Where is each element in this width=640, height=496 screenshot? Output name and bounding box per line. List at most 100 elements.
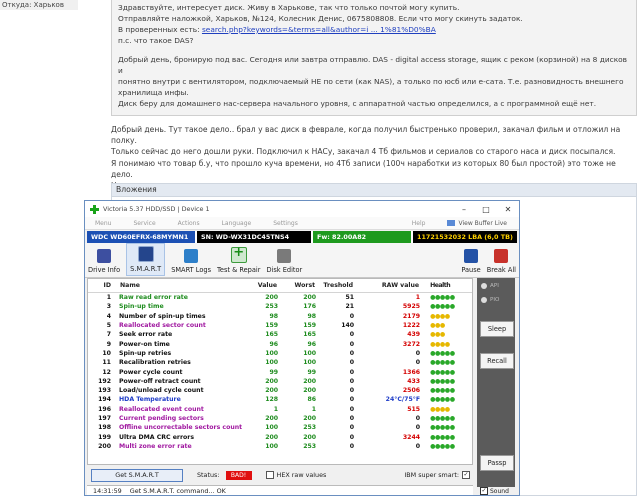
- smart-row[interactable]: 3 Spin-up time 253 176 21 5925 ●●●●●: [88, 302, 472, 311]
- attr-raw: 433: [407, 377, 421, 385]
- attr-threshold: 0: [349, 331, 355, 339]
- break-all-button[interactable]: Break All: [487, 249, 516, 274]
- search-link[interactable]: search.php?keywords=&terms=all&author=i …: [202, 25, 436, 34]
- sound-label: Sound: [490, 487, 509, 495]
- attr-name: Seek error rate: [119, 331, 173, 339]
- attr-id: 197: [98, 415, 111, 422]
- col-name: Name: [119, 279, 243, 293]
- attr-threshold: 0: [349, 405, 355, 413]
- disk-editor-button[interactable]: Disk Editor: [266, 249, 302, 274]
- log-time: 14:31:59: [93, 487, 122, 495]
- api-label: API: [490, 283, 499, 289]
- attr-name: Recalibration retries: [119, 359, 191, 367]
- attr-value: 200: [265, 415, 279, 422]
- smart-logs-button[interactable]: SMART Logs: [171, 249, 211, 274]
- attr-value: 96: [269, 340, 279, 348]
- menu-item-service[interactable]: Service: [133, 220, 155, 227]
- menu-item-actions[interactable]: Actions: [178, 220, 200, 227]
- attr-raw: 0: [415, 442, 421, 450]
- attr-id: 193: [98, 387, 111, 395]
- logs-icon: [184, 249, 199, 263]
- smart-row[interactable]: 199 Ultra DMA CRC errors 200 200 0 3244 ●●●●●: [88, 432, 472, 441]
- smart-row[interactable]: 200 Multi zone error rate 100 253 0 0 ●●●●●: [88, 442, 472, 451]
- attr-value: 1: [273, 405, 279, 413]
- ibm-super-smart-checkbox[interactable]: IBM super smart: ✓: [404, 471, 473, 479]
- maximize-icon[interactable]: □: [475, 205, 497, 214]
- get-smart-button[interactable]: Get S.M.A.R.T: [91, 468, 183, 482]
- menu-item-help[interactable]: Help: [412, 220, 426, 227]
- smart-row[interactable]: 7 Seek error rate 165 165 0 439 ●●●: [88, 330, 472, 339]
- sound-checkbox[interactable]: ✓ Sound: [480, 487, 509, 495]
- attr-id: 11: [102, 359, 111, 367]
- drive-serial: SN: WD-WX31DC45TNS4: [195, 231, 311, 243]
- attr-worst: 1: [311, 405, 317, 413]
- attr-id: 1: [106, 294, 111, 302]
- pause-button[interactable]: Pause: [461, 249, 481, 274]
- recall-button[interactable]: Recall: [480, 353, 514, 369]
- radio-icon: [481, 297, 487, 303]
- attr-threshold: 0: [349, 368, 355, 376]
- checkmark-icon: ✓: [480, 487, 488, 495]
- attr-raw: 1366: [402, 368, 421, 376]
- attr-threshold: 0: [349, 396, 355, 404]
- test-repair-button[interactable]: Test & Repair: [217, 245, 260, 274]
- menu-item-language[interactable]: Language: [222, 220, 252, 227]
- attr-worst: 165: [303, 331, 317, 339]
- attr-threshold: 0: [349, 387, 355, 395]
- hex-raw-label: HEX raw values: [276, 471, 327, 479]
- minimize-icon[interactable]: –: [453, 205, 475, 214]
- smart-row[interactable]: 4 Number of spin-up times 98 98 0 2179 ●●●●: [88, 312, 472, 321]
- smart-row[interactable]: 193 Load/unload cycle count 200 200 0 2506 ●●●…: [88, 386, 472, 395]
- attr-health: ●●●●●: [430, 396, 455, 404]
- attr-value: 99: [269, 368, 279, 376]
- quote-reply-line: понятно внутри с вентилятором, подключае…: [118, 77, 624, 86]
- drive-model: WDC WD60EFRX-68MYMN1: [87, 231, 195, 243]
- pio-radio[interactable]: PIO: [481, 294, 515, 306]
- window-titlebar[interactable]: Victoria 5.37 HDD/SSD | Device 1 – □ ✕: [85, 201, 519, 217]
- attr-id: 4: [106, 312, 111, 320]
- attr-value: 100: [265, 349, 279, 357]
- attr-name: Reallocated sector count: [119, 322, 206, 330]
- log-line: 14:31:59 Get S.M.A.R.T. command... OK: [87, 485, 473, 495]
- attr-id: 12: [102, 368, 111, 376]
- editor-icon: [277, 249, 292, 263]
- menu-item-settings[interactable]: Settings: [273, 220, 298, 227]
- post-author-location: Откуда: Харьков: [0, 0, 78, 10]
- smart-tab-label: S.M.A.R.T: [130, 265, 162, 273]
- smart-row[interactable]: 198 Offline uncorrectable sectors count 10…: [88, 423, 472, 432]
- smart-row[interactable]: 5 Reallocated sector count 159 159 140 1222 ●●…: [88, 321, 472, 330]
- attr-threshold: 0: [349, 415, 355, 422]
- smart-table[interactable]: ID Name Value Worst Treshold RAW value H…: [87, 278, 473, 465]
- view-buffer-live[interactable]: View Buffer Live: [447, 220, 507, 227]
- smart-row[interactable]: 192 Power-off retract count 200 200 0 433 ●●●●…: [88, 377, 472, 386]
- attr-health: ●●●●●: [430, 424, 455, 432]
- attr-worst: 200: [303, 377, 317, 385]
- smart-row[interactable]: 9 Power-on time 96 96 0 3272 ●●●●: [88, 339, 472, 348]
- smart-tab-button[interactable]: S.M.A.R.T: [126, 243, 166, 276]
- drive-info-label: Drive Info: [88, 266, 121, 274]
- attr-worst: 176: [303, 303, 317, 311]
- smart-row[interactable]: 12 Power cycle count 99 99 0 1366 ●●●●●: [88, 367, 472, 376]
- smart-row[interactable]: 1 Raw read error rate 200 200 51 1 ●●●●●: [88, 293, 472, 303]
- victoria-window[interactable]: Victoria 5.37 HDD/SSD | Device 1 – □ ✕ M…: [84, 200, 520, 496]
- drive-info-button[interactable]: Drive Info: [88, 249, 120, 274]
- sleep-button[interactable]: Sleep: [480, 321, 514, 337]
- attr-worst: 99: [307, 368, 317, 376]
- attr-health: ●●●●●: [430, 377, 455, 385]
- api-radio[interactable]: API: [481, 280, 515, 292]
- log-text: Get S.M.A.R.T. command... OK: [129, 487, 226, 495]
- attr-raw: 0: [415, 424, 421, 432]
- smart-row[interactable]: 10 Spin-up retries 100 100 0 0 ●●●●●: [88, 349, 472, 358]
- attr-raw: 5925: [402, 303, 421, 311]
- smart-row[interactable]: 194 HDA Temperature 128 86 0 24°C/75°F ●●●●●: [88, 395, 472, 404]
- attr-threshold: 0: [349, 442, 355, 450]
- smart-row[interactable]: 197 Current pending sectors 200 200 0 0 ●●●●●: [88, 414, 472, 423]
- attr-worst: 200: [303, 387, 317, 395]
- attr-threshold: 21: [345, 303, 355, 311]
- hex-raw-checkbox[interactable]: HEX raw values: [265, 471, 327, 479]
- passp-button[interactable]: Passp: [480, 455, 514, 471]
- menu-item-menu[interactable]: Menu: [95, 220, 111, 227]
- smart-row[interactable]: 196 Reallocated event count 1 1 0 515 ●●●●: [88, 405, 472, 414]
- smart-row[interactable]: 11 Recalibration retries 100 100 0 0 ●●●●●: [88, 358, 472, 367]
- close-icon[interactable]: ✕: [497, 205, 519, 214]
